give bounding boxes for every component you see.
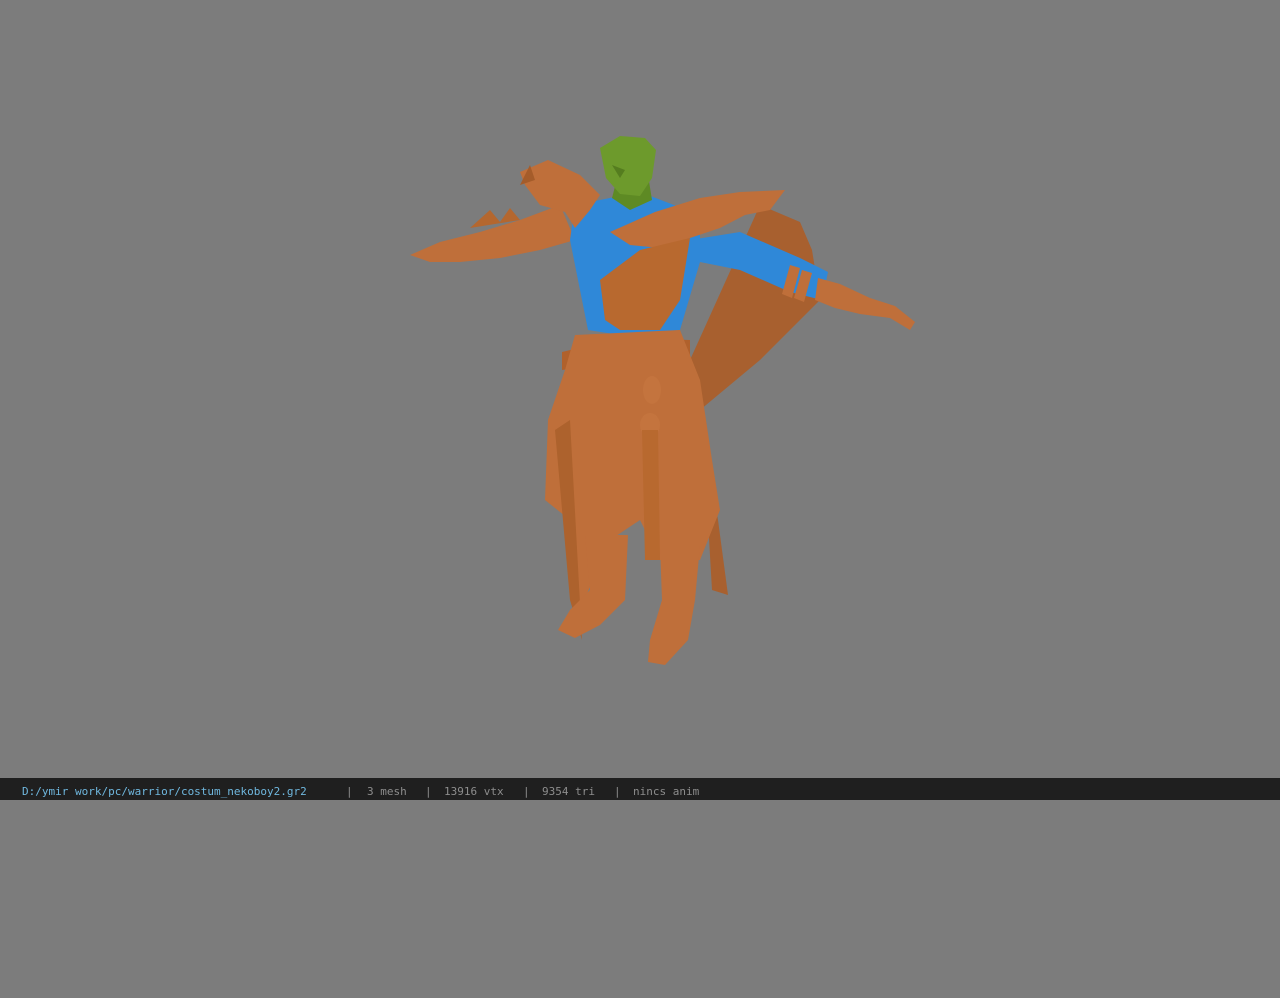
status-bar: D:/ymir work/pc/warrior/costum_nekoboy2.… — [0, 778, 1280, 800]
left-arm — [410, 205, 575, 262]
character-model[interactable] — [0, 0, 1280, 778]
3d-viewport[interactable] — [0, 0, 1280, 778]
